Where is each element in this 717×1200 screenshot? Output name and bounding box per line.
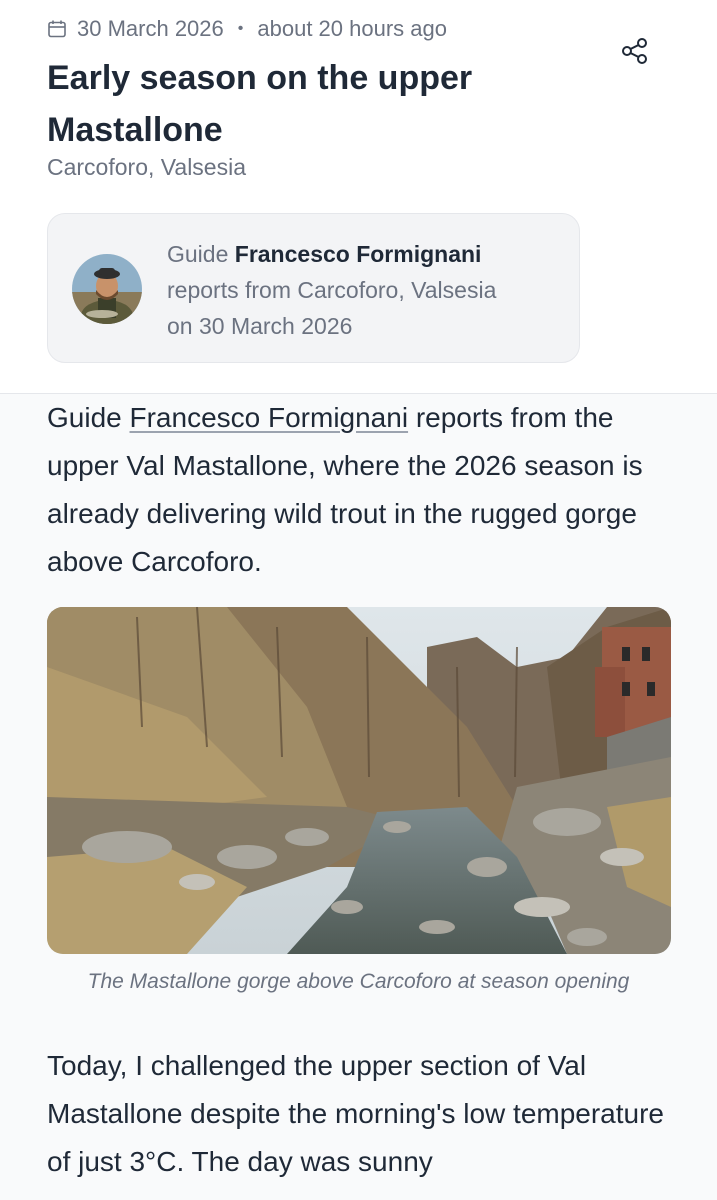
article-header: 30 March 2026 • about 20 hours ago Early…	[0, 0, 717, 394]
article-intro: Guide Francesco Formignani reports from …	[47, 394, 687, 586]
publish-date: 30 March 2026	[77, 16, 224, 41]
guide-location-line: reports from Carcoforo, Valsesia	[167, 277, 497, 303]
guide-name[interactable]: Francesco Formignani	[235, 241, 482, 267]
guide-byline: Guide Francesco Formignani reports from …	[167, 236, 567, 344]
meta-separator: •	[237, 20, 244, 37]
guide-avatar[interactable]	[72, 254, 142, 324]
article-content: Guide Francesco Formignani reports from …	[0, 394, 717, 1200]
guide-prefix: Guide	[167, 241, 229, 267]
relative-time: about 20 hours ago	[257, 16, 447, 41]
article-location: Carcoforo, Valsesia	[47, 154, 246, 180]
article-title: Early season on the upper Mastallone	[47, 59, 473, 149]
guide-link[interactable]: Francesco Formignani	[130, 402, 409, 433]
guide-date-line: on 30 March 2026	[167, 313, 353, 339]
share-icon[interactable]	[620, 36, 650, 66]
calendar-icon	[48, 20, 66, 38]
image-caption: The Mastallone gorge above Carcoforo at …	[87, 970, 630, 993]
guide-card[interactable]: Guide Francesco Formignani reports from …	[47, 213, 580, 363]
article-body: Today, I challenged the upper section of…	[47, 1050, 664, 1177]
article-meta: 30 March 2026 • about 20 hours ago	[47, 14, 447, 44]
intro-before: Guide	[47, 402, 130, 433]
article-photo[interactable]	[47, 607, 671, 954]
